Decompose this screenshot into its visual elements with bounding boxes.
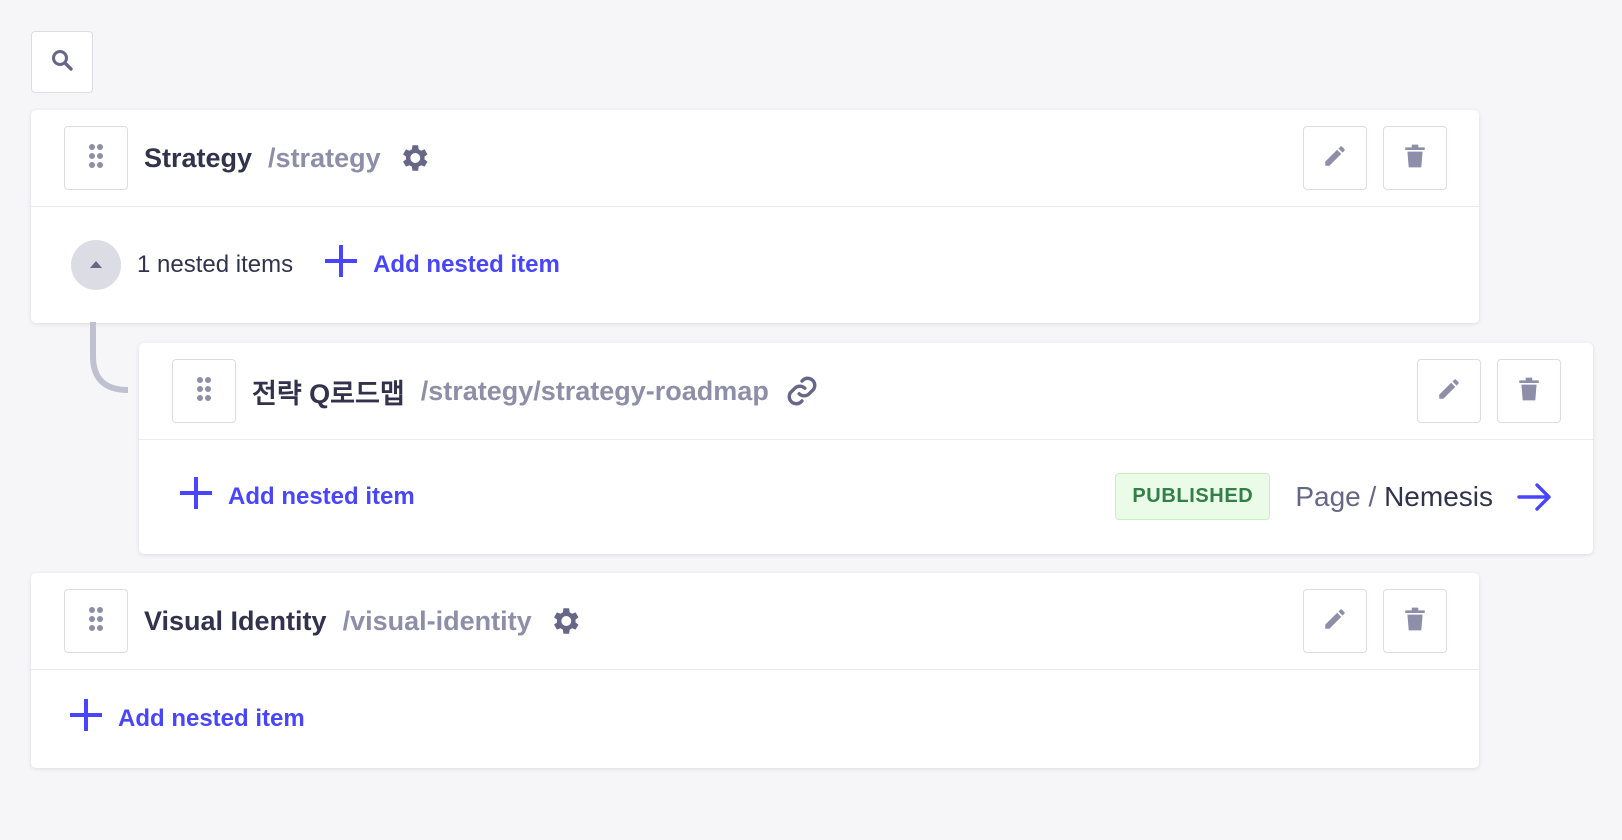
pencil-icon	[1322, 143, 1348, 174]
nested-navigation-item-card: 전략 Q로드맵 /strategy/strategy-roadmap Add n…	[139, 343, 1593, 554]
arrow-right-icon[interactable]	[1517, 481, 1553, 513]
item-path: /visual-identity	[342, 605, 532, 636]
navigation-item-body: 1 nested items Add nested item	[31, 207, 1479, 322]
navigation-item-card: Strategy /strategy 1 nested items Add ne…	[31, 110, 1479, 323]
edit-button[interactable]	[1417, 359, 1481, 423]
add-nested-item-label: Add nested item	[373, 250, 560, 278]
drag-icon	[196, 376, 212, 407]
pencil-icon	[1322, 606, 1348, 637]
item-title: 전략 Q로드맵	[252, 378, 405, 409]
navigation-item-body: Add nested item	[31, 670, 1479, 767]
nested-items-count: 1 nested items	[137, 250, 294, 278]
gear-icon	[397, 141, 431, 175]
delete-button[interactable]	[1497, 359, 1561, 423]
collapse-button[interactable]	[71, 239, 121, 290]
status-badge: PUBLISHED	[1115, 473, 1271, 520]
tree-connector	[90, 322, 129, 393]
gear-icon	[548, 604, 582, 638]
chevron-up-icon	[89, 256, 103, 274]
search-button[interactable]	[31, 31, 93, 93]
add-nested-item-button[interactable]: Add nested item	[69, 698, 305, 739]
navigation-item-body: Add nested item PUBLISHED Page / Nemesis	[139, 440, 1593, 553]
link-icon	[785, 374, 819, 408]
navigation-item-card: Visual Identity /visual-identity Add nes…	[31, 573, 1479, 768]
trash-icon	[1404, 143, 1426, 174]
pencil-icon	[1436, 376, 1462, 407]
related-name: Nemesis	[1384, 480, 1493, 512]
delete-button[interactable]	[1383, 589, 1447, 653]
drag-icon	[88, 143, 104, 174]
item-title: Visual Identity	[144, 605, 327, 636]
add-nested-item-label: Add nested item	[118, 704, 305, 732]
plus-icon	[324, 244, 373, 285]
drag-handle-button[interactable]	[64, 126, 128, 190]
search-icon	[50, 48, 74, 77]
add-nested-item-button[interactable]: Add nested item	[324, 244, 560, 285]
add-nested-item-button[interactable]: Add nested item	[179, 476, 415, 517]
plus-icon	[69, 698, 118, 739]
related-entity: Page / Nemesis	[1295, 481, 1493, 513]
item-path: /strategy/strategy-roadmap	[420, 375, 769, 406]
trash-icon	[1404, 606, 1426, 637]
item-title: Strategy	[144, 142, 253, 173]
delete-button[interactable]	[1383, 126, 1447, 190]
navigation-item-header: Visual Identity /visual-identity	[31, 573, 1479, 670]
drag-handle-button[interactable]	[64, 589, 128, 653]
navigation-item-header: 전략 Q로드맵 /strategy/strategy-roadmap	[139, 343, 1593, 440]
trash-icon	[1518, 376, 1540, 407]
related-type: Page	[1295, 480, 1361, 512]
drag-handle-button[interactable]	[172, 359, 236, 423]
navigation-item-header: Strategy /strategy	[31, 110, 1479, 207]
edit-button[interactable]	[1303, 589, 1367, 653]
related-separator: /	[1368, 480, 1377, 512]
plus-icon	[179, 476, 228, 517]
edit-button[interactable]	[1303, 126, 1367, 190]
drag-icon	[88, 606, 104, 637]
add-nested-item-label: Add nested item	[228, 482, 415, 510]
item-path: /strategy	[268, 142, 381, 173]
